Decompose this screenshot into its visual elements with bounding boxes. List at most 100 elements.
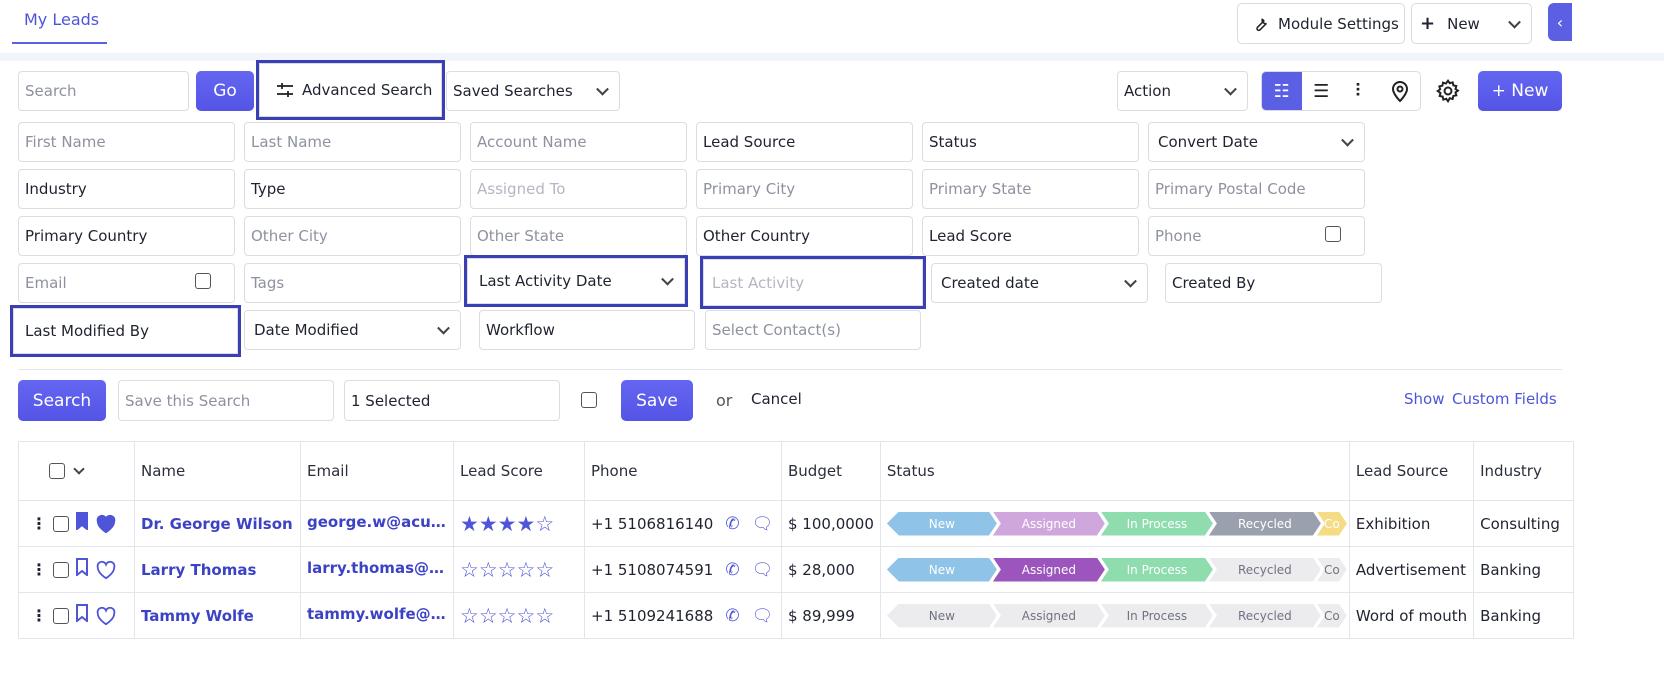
- save-search-checkbox[interactable]: [581, 392, 597, 408]
- star-icon[interactable]: ☆: [516, 558, 535, 582]
- lead-name-link[interactable]: Larry Thomas: [141, 561, 256, 579]
- lead-source-field[interactable]: Lead Source: [696, 122, 913, 162]
- bookmark-icon[interactable]: [75, 512, 89, 535]
- custom-fields-link[interactable]: Custom Fields: [1452, 390, 1557, 408]
- status-stage[interactable]: Co: [1317, 604, 1347, 628]
- status-stage[interactable]: Assigned: [993, 558, 1105, 582]
- go-button[interactable]: Go: [196, 71, 254, 111]
- kebab-menu-icon[interactable]: ⋮: [31, 606, 47, 625]
- last-activity-date-select[interactable]: Last Activity Date: [464, 255, 688, 307]
- collapse-panel-button[interactable]: ‹: [1548, 3, 1572, 41]
- grid-view-icon[interactable]: ☷: [1262, 72, 1302, 110]
- lead-name-link[interactable]: Dr. George Wilson: [141, 515, 293, 533]
- star-icon[interactable]: ☆: [535, 604, 554, 628]
- status-stage[interactable]: In Process: [1101, 558, 1213, 582]
- star-icon[interactable]: ☆: [498, 604, 517, 628]
- row-checkbox[interactable]: [53, 561, 69, 578]
- column-header-phone[interactable]: Phone: [584, 441, 782, 501]
- star-icon[interactable]: ☆: [535, 558, 554, 582]
- chevron-down-icon[interactable]: [73, 463, 85, 475]
- bookmark-icon[interactable]: [75, 604, 89, 627]
- show-link[interactable]: Show: [1404, 390, 1444, 408]
- status-stage[interactable]: Recycled: [1209, 512, 1321, 536]
- status-stage[interactable]: New: [887, 558, 997, 582]
- primary-postal-code-field[interactable]: Primary Postal Code: [1148, 169, 1365, 209]
- status-stage[interactable]: New: [887, 512, 997, 536]
- account-name-field[interactable]: Account Name: [470, 122, 687, 162]
- save-button[interactable]: Save: [621, 380, 693, 421]
- convert-date-select[interactable]: Convert Date: [1148, 122, 1365, 162]
- star-icon[interactable]: ☆: [460, 604, 479, 628]
- lead-email-link[interactable]: larry.thomas@yo...: [307, 559, 447, 577]
- action-select[interactable]: Action: [1117, 71, 1248, 111]
- first-name-field[interactable]: First Name: [18, 122, 235, 162]
- heart-icon[interactable]: [95, 560, 117, 580]
- assigned-to-field[interactable]: Assigned To: [470, 169, 687, 209]
- other-state-field[interactable]: Other State: [470, 216, 687, 256]
- row-checkbox[interactable]: [53, 607, 69, 624]
- star-icon[interactable]: ☆: [479, 604, 498, 628]
- column-header-budget[interactable]: Budget: [781, 441, 881, 501]
- row-checkbox[interactable]: [53, 515, 69, 532]
- last-name-field[interactable]: Last Name: [244, 122, 461, 162]
- status-stage[interactable]: In Process: [1101, 512, 1213, 536]
- star-icon[interactable]: ☆: [479, 558, 498, 582]
- column-header-lead-score[interactable]: Lead Score: [453, 441, 585, 501]
- kebab-menu-icon[interactable]: ⋮: [31, 514, 47, 533]
- last-activity-field[interactable]: Last Activity: [700, 256, 926, 309]
- kanban-view-icon[interactable]: ⠇: [1341, 72, 1381, 110]
- industry-field[interactable]: Industry: [18, 169, 235, 209]
- table-row[interactable]: ⋮Dr. George Wilsongeorge.w@acura...★★★★☆…: [18, 500, 1575, 547]
- saved-searches-select[interactable]: Saved Searches: [446, 71, 620, 111]
- star-icon[interactable]: ★: [479, 512, 498, 536]
- select-contacts-field[interactable]: Select Contact(s): [705, 310, 921, 350]
- star-icon[interactable]: ★: [498, 512, 517, 536]
- select-all-checkbox[interactable]: [49, 463, 65, 479]
- message-icon[interactable]: 🗨: [752, 606, 774, 626]
- search-button[interactable]: Search: [18, 380, 106, 421]
- save-search-input[interactable]: Save this Search: [118, 380, 334, 421]
- phone-icon[interactable]: ✆: [725, 606, 739, 626]
- selected-count-field[interactable]: 1 Selected: [344, 380, 560, 421]
- star-icon[interactable]: ☆: [460, 558, 479, 582]
- lead-email-link[interactable]: george.w@acura...: [307, 513, 447, 531]
- new-lead-button[interactable]: + New: [1478, 71, 1562, 111]
- cancel-link[interactable]: Cancel: [751, 390, 802, 408]
- date-modified-select[interactable]: Date Modified: [244, 310, 461, 350]
- star-icon[interactable]: ☆: [516, 604, 535, 628]
- status-stage[interactable]: Recycled: [1209, 604, 1321, 628]
- kebab-menu-icon[interactable]: ⋮: [31, 560, 47, 579]
- search-input[interactable]: Search: [18, 71, 189, 111]
- email-checkbox[interactable]: [195, 273, 211, 289]
- table-row[interactable]: ⋮ Tammy Wolfe tammy.wolfe@y... ☆☆☆☆☆ +1 5109…: [18, 592, 1575, 639]
- column-header-name[interactable]: Name: [134, 441, 301, 501]
- heart-icon[interactable]: [95, 606, 117, 626]
- tab-my-leads[interactable]: My Leads: [12, 0, 107, 44]
- list-view-icon[interactable]: ☰: [1302, 72, 1342, 110]
- type-field[interactable]: Type: [244, 169, 461, 209]
- star-icon[interactable]: ★: [516, 512, 535, 536]
- status-field[interactable]: Status: [922, 122, 1139, 162]
- status-stage[interactable]: Co: [1317, 512, 1347, 536]
- status-stage[interactable]: Co: [1317, 558, 1347, 582]
- other-country-field[interactable]: Other Country: [696, 216, 913, 256]
- column-header-industry[interactable]: Industry: [1473, 441, 1575, 501]
- phone-icon[interactable]: ✆: [725, 560, 739, 580]
- status-stage[interactable]: New: [887, 604, 997, 628]
- primary-state-field[interactable]: Primary State: [922, 169, 1139, 209]
- phone-field[interactable]: Phone: [1148, 216, 1365, 256]
- phone-icon[interactable]: ✆: [725, 514, 739, 534]
- phone-checkbox[interactable]: [1325, 226, 1341, 242]
- created-date-select[interactable]: Created date: [931, 263, 1148, 303]
- column-header-email[interactable]: Email: [300, 441, 454, 501]
- status-stage[interactable]: Assigned: [993, 512, 1105, 536]
- gear-icon[interactable]: [1435, 78, 1463, 106]
- email-field[interactable]: Email: [18, 263, 235, 303]
- lead-email-link[interactable]: tammy.wolfe@y...: [307, 605, 447, 623]
- created-by-field[interactable]: Created By: [1165, 263, 1382, 303]
- column-header-lead-source[interactable]: Lead Source: [1348, 441, 1475, 501]
- module-settings-button[interactable]: Module Settings: [1237, 3, 1405, 44]
- table-row[interactable]: ⋮Larry Thomaslarry.thomas@yo...☆☆☆☆☆+1 5…: [18, 546, 1575, 593]
- last-modified-by-field[interactable]: Last Modified By: [10, 305, 241, 357]
- other-city-field[interactable]: Other City: [244, 216, 461, 256]
